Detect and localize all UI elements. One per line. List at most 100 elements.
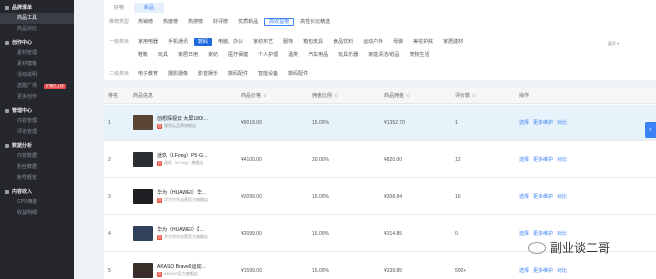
table-row[interactable]: 5 AKASO Brave6运动… 自 AKASO官方旗舰店 ¥1599.00 15.00… — [104, 253, 656, 279]
filter-chip[interactable]: 家庭清洁/纸品 — [364, 51, 403, 59]
filter-chip[interactable]: 汽车用品 — [304, 51, 332, 59]
action-link[interactable]: 对比 — [557, 267, 567, 274]
filter-chip[interactable]: 家纺 — [204, 51, 222, 59]
column-header[interactable]: 佣金比例 ⇅ — [312, 92, 337, 99]
table-header: 排名 商品信息 商品价格 ⇅ 佣金比例 ⇅ 商品佣金 ⇅ 评价数 ⇅ 操作 — [104, 87, 656, 104]
filter-chip[interactable]: 数码配件 — [224, 70, 252, 78]
sidebar-group[interactable]: 内容收入 — [0, 186, 74, 197]
filter-chip[interactable]: 手机通讯 — [164, 38, 192, 46]
filter-chip[interactable]: 鞋靴 — [134, 51, 152, 59]
action-link[interactable]: 对比 — [557, 230, 567, 237]
expand-toggle[interactable]: 展开 ▾ — [608, 41, 619, 47]
sidebar-item-label: 账号概览 — [17, 175, 38, 181]
sort-icon[interactable]: ⇅ — [472, 93, 475, 98]
product-thumbnail[interactable] — [133, 152, 153, 167]
column-header[interactable]: 商品佣金 ⇅ — [384, 92, 409, 99]
filter-chip[interactable]: 热销榜 — [134, 18, 157, 26]
sidebar-group[interactable]: 品牌清单 — [0, 2, 74, 13]
sidebar-item[interactable]: 素材管理 — [0, 48, 74, 59]
product-name[interactable]: 华为（HUAWEI）【… — [157, 226, 204, 233]
product-thumbnail[interactable] — [133, 226, 153, 241]
sidebar-item[interactable]: 商品工具 — [0, 13, 74, 24]
filter-chip[interactable]: 热度榜 — [159, 18, 182, 26]
tab-haowu[interactable]: 好物 — [104, 3, 134, 13]
sidebar-item[interactable]: CPS佣金 — [0, 197, 74, 208]
filter-chip[interactable]: 医疗保健 — [224, 51, 252, 59]
sort-icon[interactable]: ⇅ — [334, 93, 337, 98]
filter-chip[interactable]: 宠物生活 — [406, 51, 434, 59]
filter-chip[interactable]: 数码 — [194, 37, 213, 46]
tab-xinpin[interactable]: 新品 — [134, 3, 164, 13]
filter-chip[interactable]: 优质新品 — [234, 18, 262, 26]
product-thumbnail[interactable] — [133, 263, 153, 278]
table-row[interactable]: 2 迷玖（LFong）P5·G… 自迷玖（LFong）旗舰店 ¥4100.00 20.0… — [104, 142, 656, 178]
sidebar-item[interactable]: 素材模板 — [0, 59, 74, 70]
filter-chip[interactable]: 家用电器 — [134, 38, 162, 46]
product-name[interactable]: AKASO Brave6运动… — [157, 263, 206, 270]
filter-chip[interactable]: 摄影摄像 — [164, 70, 192, 78]
product-name[interactable]: 迷玖（LFong）P5·G… — [157, 152, 208, 159]
sidebar-item[interactable]: 更多创作 — [0, 92, 74, 103]
filter-chip[interactable]: 母婴 — [389, 38, 407, 46]
filter-chip[interactable]: 箱包皮具 — [299, 38, 327, 46]
filter-chip[interactable]: 电子教育 — [134, 70, 162, 78]
action-link[interactable]: 更多维护 — [533, 119, 553, 126]
filter-chip[interactable]: 玩具乐器 — [334, 51, 362, 59]
sidebar-group[interactable]: 管理中心 — [0, 105, 74, 116]
product-thumbnail[interactable] — [133, 115, 153, 130]
product-thumbnail[interactable] — [133, 189, 153, 204]
action-link[interactable]: 选择 — [519, 267, 529, 274]
sidebar-item[interactable]: 收益明细 — [0, 208, 74, 219]
column-header[interactable]: 商品价格 ⇅ — [241, 92, 266, 99]
shop-info: 自华为京东自营官方旗舰店 — [157, 234, 208, 240]
action-link[interactable]: 对比 — [557, 193, 567, 200]
table-row[interactable]: 3 华为（HUAWEI）华… 自华为京东自营官方旗舰店 ¥2099.00 15.00% ¥… — [104, 179, 656, 215]
sidebar-item[interactable]: 选题广场 扩展已上线 — [0, 81, 74, 92]
side-collapse-tab[interactable]: < — [645, 122, 656, 138]
product-name[interactable]: 华为（HUAWEI）华… — [157, 189, 207, 196]
action-link[interactable]: 对比 — [557, 119, 567, 126]
filter-chip[interactable]: 高性价比精选 — [296, 18, 334, 26]
filter-chip[interactable]: 数码配件 — [284, 70, 312, 78]
filter-chip[interactable]: 食品饮料 — [329, 38, 357, 46]
sidebar-item-label: 粉丝数据 — [17, 164, 38, 170]
column-header[interactable]: 评价数 ⇅ — [455, 92, 475, 99]
sidebar-item[interactable]: 活动说明 — [0, 70, 74, 81]
action-link[interactable]: 选择 — [519, 230, 529, 237]
action-link[interactable]: 更多维护 — [533, 193, 553, 200]
filter-chip[interactable]: 电脑、办公 — [214, 38, 247, 46]
sort-icon[interactable]: ⇅ — [406, 93, 409, 98]
filter-chip[interactable]: 家居建材 — [439, 38, 467, 46]
action-link[interactable]: 更多维护 — [533, 267, 553, 274]
sidebar-group[interactable]: 数据分析 — [0, 140, 74, 151]
sidebar-group[interactable]: 创作中心 — [0, 37, 74, 48]
filter-chip[interactable]: 服饰 — [279, 38, 297, 46]
product-name[interactable]: 创想探视云 大屏180/… — [157, 115, 208, 122]
filter-chip[interactable]: 影音娱乐 — [194, 70, 222, 78]
action-link[interactable]: 选择 — [519, 119, 529, 126]
table-row[interactable]: 1 创想探视云 大屏180/… 自猫视云品牌旗舰店 ¥9018.00 15.00% ¥13… — [104, 105, 656, 141]
sidebar-item[interactable]: 粉丝数据 — [0, 162, 74, 173]
filter-chip[interactable]: 高收益榜 — [264, 17, 295, 26]
filter-chip[interactable]: 家纺布艺 — [249, 38, 277, 46]
sidebar-item[interactable]: 内容数据 — [0, 151, 74, 162]
filter-chip[interactable]: 家居日用 — [174, 51, 202, 59]
filter-chip[interactable]: 运动户外 — [359, 38, 387, 46]
filter-chip[interactable]: 美妆护肤 — [409, 38, 437, 46]
filter-chip[interactable]: 热搜榜 — [184, 18, 207, 26]
sidebar-item[interactable]: 商品对比 — [0, 24, 74, 35]
filter-chip[interactable]: 个人护理 — [254, 51, 282, 59]
action-link[interactable]: 对比 — [557, 156, 567, 163]
action-link[interactable]: 选择 — [519, 193, 529, 200]
action-link[interactable]: 选择 — [519, 156, 529, 163]
filter-chip[interactable]: 好评榜 — [209, 18, 232, 26]
filter-chip[interactable]: 酒类 — [284, 51, 302, 59]
action-link[interactable]: 更多维护 — [533, 156, 553, 163]
filter-chip[interactable]: 玩具 — [154, 51, 172, 59]
sidebar-item[interactable]: 账号概览 — [0, 173, 74, 184]
sidebar-item[interactable]: 内容管理 — [0, 116, 74, 127]
action-link[interactable]: 更多维护 — [533, 230, 553, 237]
sidebar-item[interactable]: 评论管理 — [0, 127, 74, 138]
filter-chip[interactable]: 智能设备 — [254, 70, 282, 78]
sort-icon[interactable]: ⇅ — [263, 93, 266, 98]
